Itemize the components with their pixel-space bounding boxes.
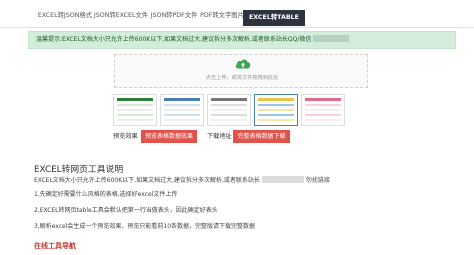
upload-hint: 点击上传，或将文件拖拽到此处: [205, 75, 279, 81]
instruction-line-0: EXCEL文档大小只允许上传600K以下,如果文档过大,建议拆分多次解析,或者联…: [34, 176, 330, 184]
instruction-line-3: 3,解析excel会生成一个预览效果，预览只能看前10条数据，完整版请下载完整数…: [34, 223, 256, 230]
tab-bar: EXCEL转JSON格式 JSON转EXCEL文件 JSON转PDF文件 PDF…: [0, 0, 474, 28]
notice-text: 温馨提示:EXCEL文档大小只允许上传600K以下,如果文档过大,建议拆分多次解…: [36, 36, 312, 43]
style-thumbnail-4[interactable]: [254, 94, 298, 126]
tab-excel-to-table[interactable]: EXCEL转TABLE: [243, 10, 305, 26]
style-thumbnail-2[interactable]: [160, 94, 204, 126]
tab-json-to-excel[interactable]: JSON转EXCEL文件: [92, 9, 150, 23]
preview-label: 预览效果: [113, 133, 138, 140]
instruction-line-1: 1,先确定好需要什么风格的表格,选择好excel文件上传: [34, 191, 178, 198]
style-thumbnails: [113, 94, 353, 127]
instruction-line-2: 2,EXCEL转网页table工具会默认把第一行当做表头，因此确定好表头: [34, 207, 218, 214]
notice-banner: 温馨提示:EXCEL文档大小只允许上传600K以下,如果文档过大,建议拆分多次解…: [28, 31, 456, 49]
upload-dropzone[interactable]: 点击上传，或将文件拖拽到此处: [114, 54, 368, 88]
download-button[interactable]: 完整表格数据下载: [233, 130, 290, 143]
style-thumbnail-3[interactable]: [207, 94, 251, 126]
style-thumbnail-1[interactable]: [113, 94, 157, 126]
instructions-title: EXCEL转网页工具说明: [34, 165, 124, 175]
style-thumbnail-5[interactable]: [301, 94, 345, 126]
tool-nav-link[interactable]: 在线工具导航: [34, 241, 76, 251]
redacted-contact-2: [261, 176, 304, 183]
tab-json-to-pdf[interactable]: JSON转PDF文件: [148, 9, 200, 23]
cloud-upload-icon: [235, 59, 251, 69]
tab-pdf-to-text[interactable]: PDF转文字图片: [200, 9, 244, 23]
download-label: 下载地址: [207, 133, 232, 140]
tab-excel-to-json[interactable]: EXCEL转JSON格式: [36, 9, 94, 23]
redacted-contact: [313, 35, 350, 42]
preview-button[interactable]: 预览表格数据效果: [141, 130, 197, 143]
